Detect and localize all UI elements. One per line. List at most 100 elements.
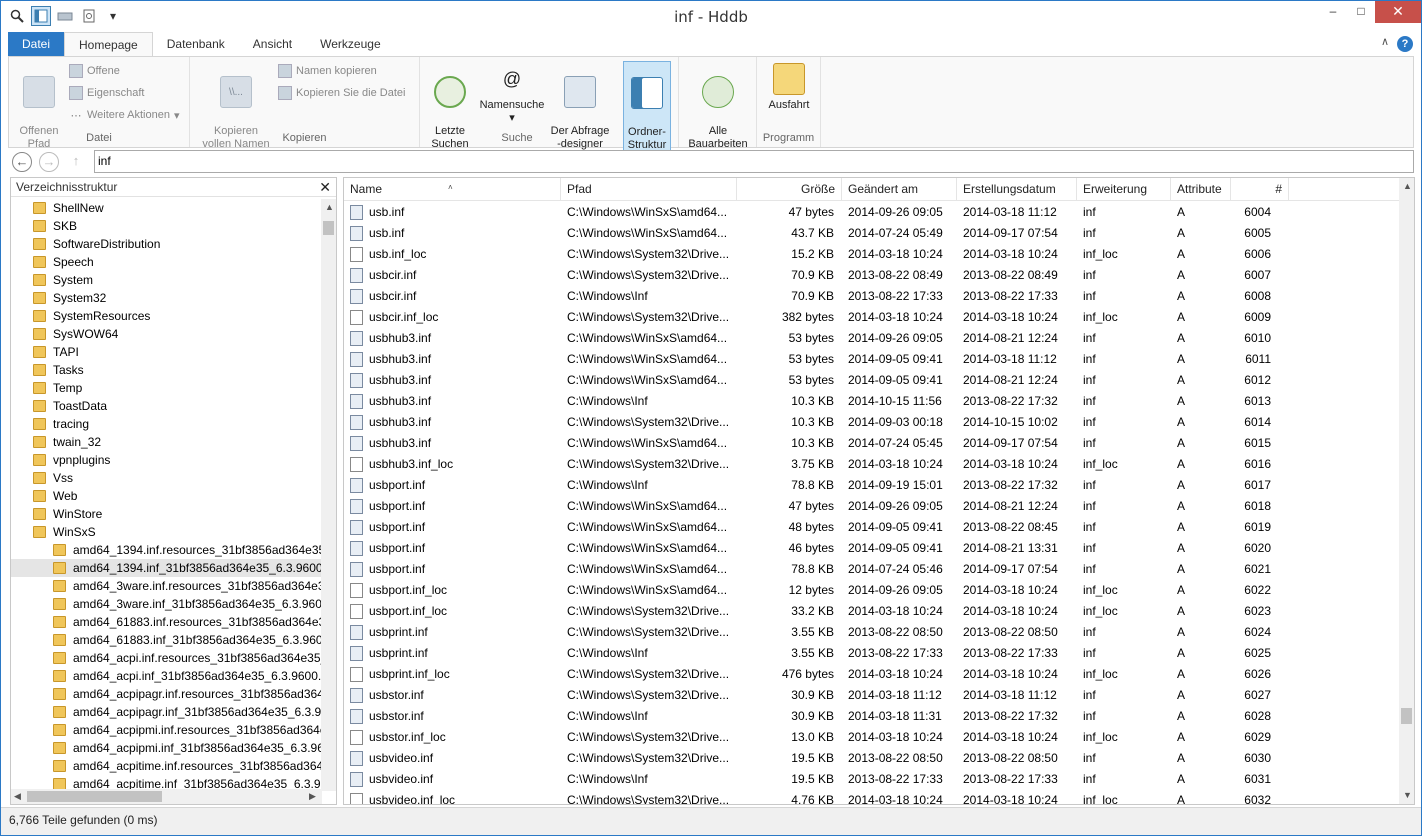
tree-item[interactable]: amd64_1394.inf.resources_31bf3856ad364e3… (11, 541, 322, 559)
list-scroll-thumb[interactable] (1401, 708, 1412, 724)
col-name[interactable]: Name ˄ (344, 178, 561, 201)
table-row[interactable]: usb.inf_loc C:\Windows\System32\Drive... 1… (344, 244, 1400, 265)
forward-button[interactable]: → (39, 152, 59, 172)
copy-names-button[interactable]: Namen kopieren (278, 62, 377, 80)
table-row[interactable]: usbvideo.inf C:\Windows\System32\Drive...… (344, 748, 1400, 769)
table-row[interactable]: usbport.inf_loc C:\Windows\WinSxS\amd64..… (344, 580, 1400, 601)
table-row[interactable]: usbport.inf C:\Windows\WinSxS\amd64... 46 … (344, 538, 1400, 559)
tree-item[interactable]: SKB (11, 217, 322, 235)
table-row[interactable]: usbprint.inf_loc C:\Windows\System32\Driv… (344, 664, 1400, 685)
table-row[interactable]: usbvideo.inf_loc C:\Windows\System32\Driv… (344, 790, 1400, 804)
tree-horizontal-scrollbar[interactable]: ◀ ▶ (11, 789, 322, 804)
col-size[interactable]: Größe (737, 178, 842, 201)
tree-item[interactable]: TAPI (11, 343, 322, 361)
tree-item[interactable]: amd64_61883.inf_31bf3856ad364e35_6.3.960… (11, 631, 322, 649)
close-button[interactable]: ✕ (1375, 1, 1421, 23)
table-row[interactable]: usbprint.inf C:\Windows\Inf 3.55 KB 2013-08… (344, 643, 1400, 664)
table-row[interactable]: usbport.inf C:\Windows\WinSxS\amd64... 47 … (344, 496, 1400, 517)
col-number[interactable]: # (1231, 178, 1289, 201)
more-actions-button[interactable]: ⋯ Weitere Aktionen ▾ (69, 106, 180, 124)
tab-homepage[interactable]: Homepage (64, 32, 153, 57)
tree-item[interactable]: WinSxS (11, 523, 322, 541)
table-row[interactable]: usbhub3.inf C:\Windows\Inf 10.3 KB 2014-10-… (344, 391, 1400, 412)
table-row[interactable]: usbhub3.inf C:\Windows\WinSxS\amd64... 53 … (344, 328, 1400, 349)
table-row[interactable]: usb.inf C:\Windows\WinSxS\amd64... 47 byte… (344, 202, 1400, 223)
tree-item[interactable]: ToastData (11, 397, 322, 415)
table-row[interactable]: usbhub3.inf C:\Windows\System32\Drive... 1… (344, 412, 1400, 433)
table-row[interactable]: usbvideo.inf C:\Windows\Inf 19.5 KB 2013-08… (344, 769, 1400, 790)
tree-item[interactable]: ShellNew (11, 199, 322, 217)
table-row[interactable]: usb.inf C:\Windows\WinSxS\amd64... 43.7 KB… (344, 223, 1400, 244)
table-row[interactable]: usbcir.inf_loc C:\Windows\System32\Drive.… (344, 307, 1400, 328)
col-attributes[interactable]: Attribute (1171, 178, 1231, 201)
tree-item[interactable]: amd64_61883.inf.resources_31bf3856ad364e… (11, 613, 322, 631)
name-search-button[interactable]: @ Namensuche ▾ (478, 63, 546, 125)
back-button[interactable]: ← (12, 152, 32, 172)
table-row[interactable]: usbstor.inf C:\Windows\Inf 30.9 KB 2014-03-… (344, 706, 1400, 727)
table-row[interactable]: usbport.inf C:\Windows\WinSxS\amd64... 78.… (344, 559, 1400, 580)
inf-file-icon (350, 331, 363, 346)
tree-item[interactable]: amd64_acpi.inf.resources_31bf3856ad364e3… (11, 649, 322, 667)
tree-item[interactable]: amd64_acpipmi.inf.resources_31bf3856ad36… (11, 721, 322, 739)
tree-item[interactable]: SoftwareDistribution (11, 235, 322, 253)
table-row[interactable]: usbstor.inf C:\Windows\System32\Drive... 3… (344, 685, 1400, 706)
table-row[interactable]: usbcir.inf C:\Windows\Inf 70.9 KB 2013-08-2… (344, 286, 1400, 307)
col-created[interactable]: Erstellungsdatum (957, 178, 1077, 201)
table-row[interactable]: usbhub3.inf C:\Windows\WinSxS\amd64... 53 … (344, 370, 1400, 391)
open-button[interactable]: Offene (69, 62, 120, 80)
collapse-ribbon-icon[interactable]: ∧ (1381, 35, 1389, 48)
tree-item[interactable]: amd64_acpipagr.inf_31bf3856ad364e35_6.3.… (11, 703, 322, 721)
all-builds-button[interactable]: Alle Bauarbeiten (683, 63, 753, 151)
table-row[interactable]: usbhub3.inf_loc C:\Windows\System32\Drive… (344, 454, 1400, 475)
tab-datei[interactable]: Datei (8, 32, 65, 56)
help-icon[interactable]: ? (1397, 36, 1413, 52)
table-row[interactable]: usbstor.inf_loc C:\Windows\System32\Drive… (344, 727, 1400, 748)
tree-item[interactable]: Web (11, 487, 322, 505)
tree-item[interactable]: amd64_1394.inf_31bf3856ad364e35_6.3.9600… (11, 559, 322, 577)
tree-hscroll-thumb[interactable] (27, 791, 162, 802)
tree-item[interactable]: tracing (11, 415, 322, 433)
table-row[interactable]: usbhub3.inf C:\Windows\WinSxS\amd64... 10.… (344, 433, 1400, 454)
tree-item[interactable]: amd64_acpipmi.inf_31bf3856ad364e35_6.3.9… (11, 739, 322, 757)
tree-item[interactable]: vpnplugins (11, 451, 322, 469)
tree-scroll-thumb[interactable] (323, 221, 334, 235)
tree-vertical-scrollbar[interactable]: ▲ (321, 199, 336, 791)
tree-item[interactable]: amd64_3ware.inf.resources_31bf3856ad364e… (11, 577, 322, 595)
tree-item[interactable]: amd64_acpipagr.inf.resources_31bf3856ad3… (11, 685, 322, 703)
table-row[interactable]: usbport.inf C:\Windows\Inf 78.8 KB 2014-09-… (344, 475, 1400, 496)
copy-file-button[interactable]: Kopieren Sie die Datei (278, 84, 405, 102)
tree-item[interactable]: Speech (11, 253, 322, 271)
col-path[interactable]: Pfad (561, 178, 737, 201)
list-vertical-scrollbar[interactable]: ▲ ▼ (1399, 178, 1414, 804)
tree-item[interactable]: amd64_acpi.inf_31bf3856ad364e35_6.3.9600… (11, 667, 322, 685)
minimize-button[interactable]: ‒ (1319, 1, 1347, 23)
table-row[interactable]: usbport.inf_loc C:\Windows\System32\Drive… (344, 601, 1400, 622)
properties-button[interactable]: Eigenschaft (69, 84, 144, 102)
tab-datenbank[interactable]: Datenbank (153, 32, 239, 56)
tree-item[interactable]: System32 (11, 289, 322, 307)
tree-item[interactable]: WinStore (11, 505, 322, 523)
tab-ansicht[interactable]: Ansicht (239, 32, 306, 56)
col-extension[interactable]: Erweiterung (1077, 178, 1171, 201)
tree-item[interactable]: SystemResources (11, 307, 322, 325)
col-modified[interactable]: Geändert am (842, 178, 957, 201)
tree-item[interactable]: Temp (11, 379, 322, 397)
table-row[interactable]: usbprint.inf C:\Windows\System32\Drive...… (344, 622, 1400, 643)
up-button[interactable]: ↑ (66, 152, 86, 172)
tree-item[interactable]: Tasks (11, 361, 322, 379)
tree-item[interactable]: System (11, 271, 322, 289)
table-row[interactable]: usbcir.inf C:\Windows\System32\Drive... 70… (344, 265, 1400, 286)
tree-item[interactable]: twain_32 (11, 433, 322, 451)
folder-structure-button[interactable]: Ordner- Struktur (623, 61, 671, 155)
tree-item[interactable]: amd64_acpitime.inf.resources_31bf3856ad3… (11, 757, 322, 775)
tree-item[interactable]: amd64_3ware.inf_31bf3856ad364e35_6.3.960… (11, 595, 322, 613)
close-tree-icon[interactable]: ✕ (319, 179, 331, 196)
table-row[interactable]: usbhub3.inf C:\Windows\WinSxS\amd64... 53 … (344, 349, 1400, 370)
maximize-button[interactable]: □ (1347, 1, 1375, 23)
tree-item[interactable]: SysWOW64 (11, 325, 322, 343)
table-row[interactable]: usbport.inf C:\Windows\WinSxS\amd64... 48 … (344, 517, 1400, 538)
tab-werkzeuge[interactable]: Werkzeuge (306, 32, 394, 56)
tree-item[interactable]: Vss (11, 469, 322, 487)
search-input[interactable]: inf (94, 150, 1414, 173)
exit-button[interactable]: Ausfahrt (761, 63, 817, 112)
